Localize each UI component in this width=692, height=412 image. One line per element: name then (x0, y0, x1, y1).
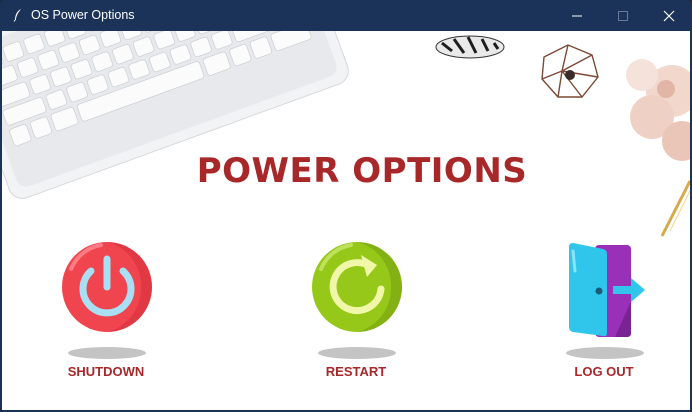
restart-label: RESTART (325, 364, 387, 379)
icon-shadow (68, 347, 146, 359)
window-title: OS Power Options (31, 8, 135, 22)
restart-icon (312, 242, 402, 332)
shutdown-button[interactable]: SHUTDOWN (46, 241, 166, 381)
minimize-button[interactable] (554, 0, 600, 31)
logout-button[interactable]: LOG OUT (544, 241, 664, 381)
title-bar[interactable]: OS Power Options (0, 0, 692, 31)
close-button[interactable] (646, 0, 692, 31)
feather-icon (13, 9, 21, 22)
app-window: OS Power Options POWER OPTIONS SHUTDOWN … (0, 0, 692, 412)
close-icon (663, 10, 675, 21)
power-icon (62, 242, 152, 332)
logout-label: LOG OUT (574, 364, 634, 379)
icon-shadow (566, 347, 644, 359)
icon-shadow (318, 347, 396, 359)
minimize-icon (572, 15, 582, 16)
maximize-icon (618, 10, 628, 21)
page-title: POWER OPTIONS (196, 151, 528, 191)
maximize-button[interactable] (600, 0, 646, 31)
restart-button[interactable]: RESTART (296, 241, 416, 381)
shutdown-label: SHUTDOWN (67, 364, 145, 379)
main-panel: POWER OPTIONS SHUTDOWN RESTART LOG OUT (2, 31, 690, 410)
logout-door-icon (569, 243, 645, 337)
